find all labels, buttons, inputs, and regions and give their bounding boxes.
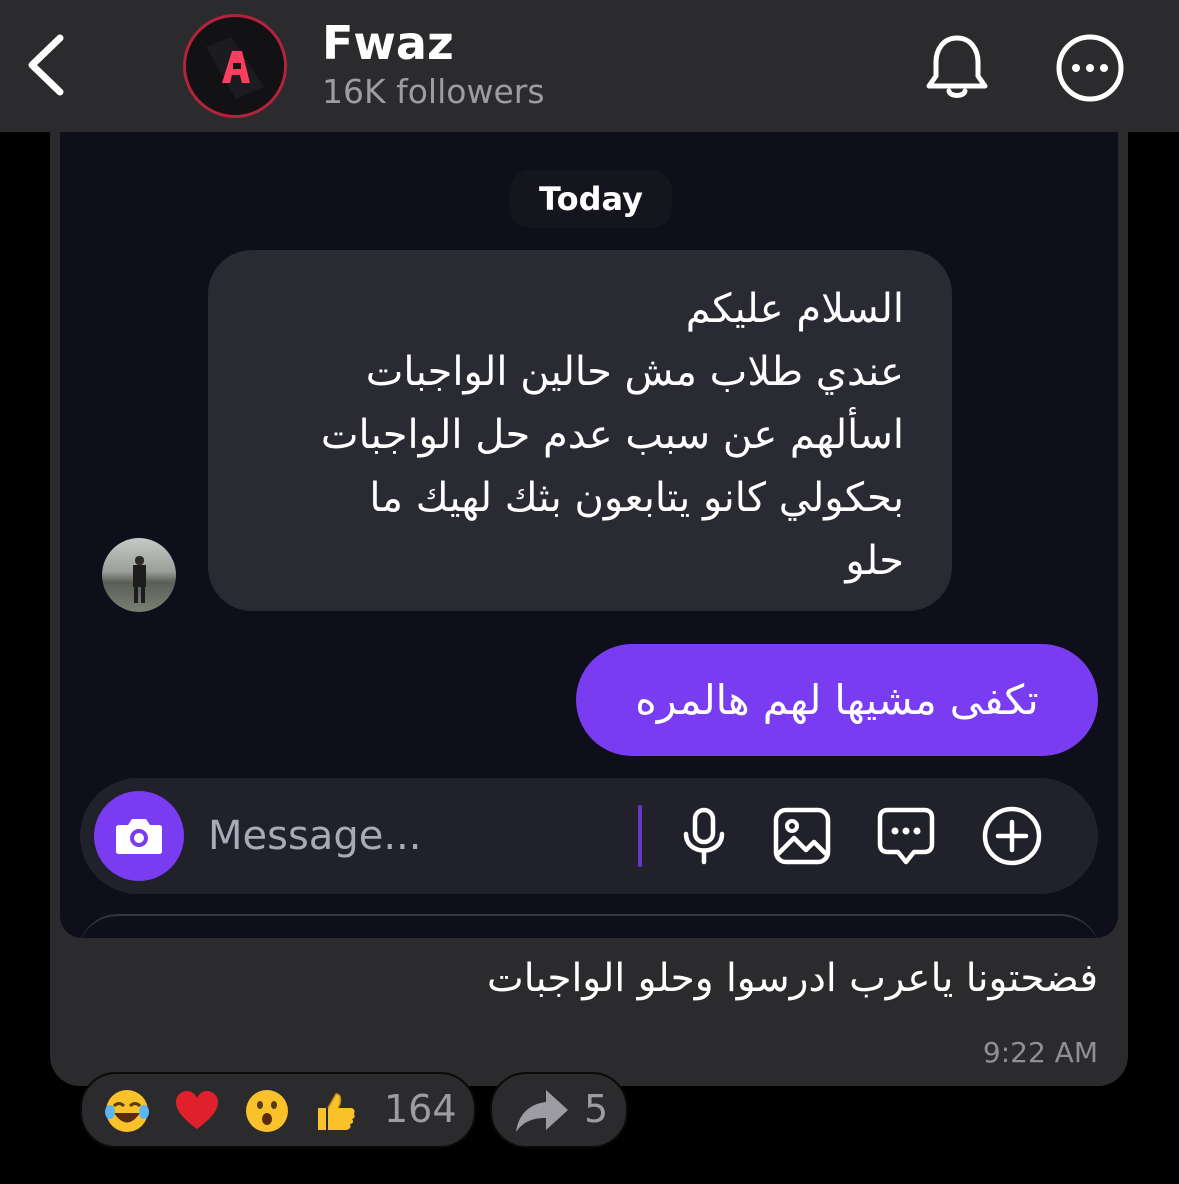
gallery-image-icon[interactable] (770, 804, 834, 868)
incoming-message-bubble: السلام عليكم عندي طلاب مش حالين الواجبات… (208, 250, 952, 611)
reactions-bar[interactable]: 164 (80, 1072, 476, 1148)
channel-avatar[interactable] (183, 14, 287, 118)
sender-avatar (102, 538, 176, 612)
channel-header: Fwaz 16K followers (0, 0, 1179, 132)
post-image-screenshot[interactable]: Today السلام عليكم عندي طلاب مش حالين ال… (60, 132, 1118, 938)
share-arrow-icon (516, 1090, 568, 1132)
share-button[interactable]: 5 (490, 1072, 628, 1148)
reaction-count: 164 (384, 1087, 457, 1131)
followers-count: 16K followers (322, 72, 545, 111)
message-composer (80, 778, 1098, 894)
person-photo-icon (133, 556, 146, 603)
post-timestamp: 9:22 AM (982, 1036, 1098, 1069)
laughing-emoji-icon (105, 1090, 149, 1132)
keyboard-panel-edge (78, 914, 1100, 938)
share-count: 5 (584, 1087, 609, 1131)
channel-name[interactable]: Fwaz (322, 16, 454, 70)
sticker-chat-icon[interactable] (874, 804, 938, 868)
incoming-message-text: السلام عليكم عندي طلاب مش حالين الواجبات… (320, 286, 904, 584)
date-chip: Today (510, 170, 672, 228)
camera-button[interactable] (94, 791, 184, 881)
red-heart-icon (176, 1091, 218, 1129)
astonished-emoji-icon (246, 1090, 288, 1132)
camera-icon (116, 819, 162, 854)
text-cursor (638, 805, 642, 867)
channel-logo-icon (186, 17, 284, 115)
more-options-icon[interactable] (1054, 32, 1126, 104)
bell-icon[interactable] (920, 30, 994, 104)
post-caption: فضحتونا ياعرب ادرسوا وحلو الواجبات (487, 956, 1098, 1001)
message-input[interactable] (208, 806, 628, 866)
thumbs-up-icon (318, 1093, 355, 1130)
add-circle-icon[interactable] (980, 804, 1044, 868)
outgoing-message-bubble: تكفى مشيها لهم هالمره (576, 644, 1098, 756)
back-arrow-icon[interactable] (20, 30, 80, 100)
microphone-icon[interactable] (672, 804, 736, 868)
